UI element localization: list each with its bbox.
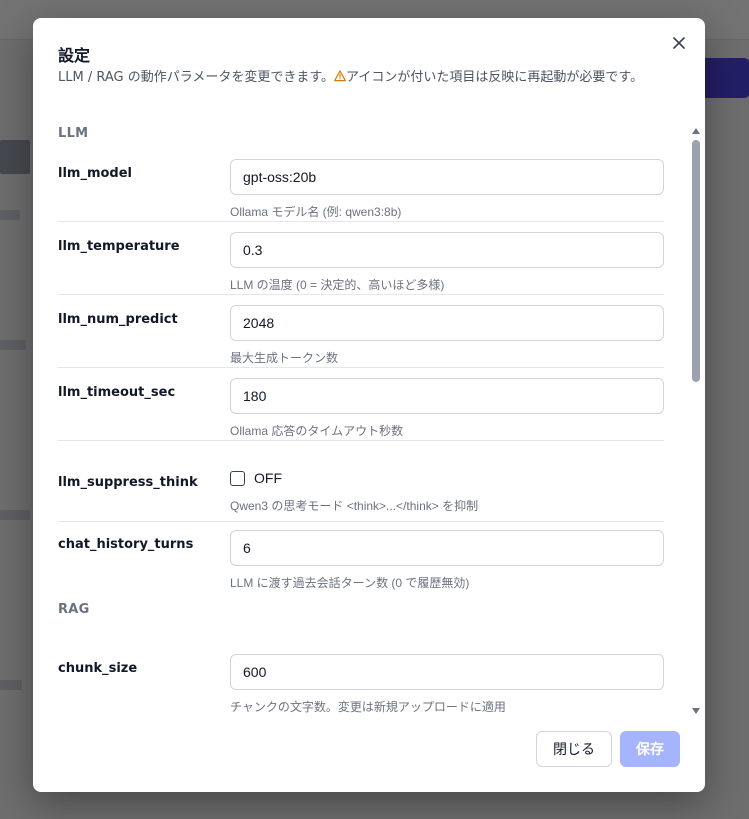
setting-row-llm-timeout-sec: llm_timeout_sec Ollama 応答のタイムアウト秒数 [58,378,664,441]
modal-title: 設定 [58,46,91,65]
warning-triangle-icon [334,70,346,82]
section-label-llm: LLM [58,126,89,141]
setting-label: llm_model [58,166,133,181]
setting-row-llm-model: llm_model Ollama モデル名 (例: qwen3:8b) [58,159,664,222]
setting-hint: Ollama モデル名 (例: qwen3:8b) [230,205,402,219]
setting-hint: LLM の温度 (0 = 決定的、高いほど多様) [230,278,445,292]
close-button[interactable] [669,33,689,53]
modal-description-text: アイコンが付いた項目は反映に再起動が必要です。 [346,70,644,85]
section-label-rag: RAG [58,602,90,617]
setting-row-chunk-size: chunk_size チャンクの文字数。変更は新規アップロードに適用 [58,654,664,713]
chat-history-turns-input[interactable] [230,530,664,566]
setting-label: llm_suppress_think [58,475,198,490]
llm-suppress-think-checkbox[interactable] [230,470,245,486]
vertical-scrollbar[interactable] [691,126,701,716]
close-icon [673,37,685,49]
setting-row-llm-num-predict: llm_num_predict 最大生成トークン数 [58,305,664,368]
triangle-down-icon [692,708,700,714]
chunk-size-input[interactable] [230,654,664,690]
setting-label: llm_timeout_sec [58,385,176,400]
setting-hint: Ollama 応答のタイムアウト秒数 [230,424,404,438]
llm-num-predict-input[interactable] [230,305,664,341]
llm-model-input[interactable] [230,159,664,195]
setting-hint: Qwen3 の思考モード <think>...</think> を抑制 [230,499,479,513]
setting-hint: チャンクの文字数。変更は新規アップロードに適用 [230,700,506,713]
triangle-up-icon [692,128,700,134]
checkbox-state-label: OFF [254,470,282,486]
setting-hint: 最大生成トークン数 [230,351,339,365]
close-modal-button[interactable]: 閉じる [536,731,612,767]
setting-row-llm-temperature: llm_temperature LLM の温度 (0 = 決定的、高いほど多様) [58,232,664,295]
setting-row-chat-history-turns: chat_history_turns LLM に渡す過去会話ターン数 (0 で履… [58,530,664,607]
scrollbar-thumb[interactable] [692,140,700,382]
modal-description-text: LLM / RAG の動作パラメータを変更できます。 [58,70,335,85]
llm-suppress-think-toggle[interactable]: OFF [230,469,664,487]
setting-hint: LLM に渡す過去会話ターン数 (0 で履歴無効) [230,576,470,590]
scroll-down-arrow[interactable] [691,706,701,716]
scroll-up-arrow[interactable] [691,126,701,136]
modal-footer: 閉じる 保存 [33,718,705,792]
save-button[interactable]: 保存 [620,731,680,767]
settings-modal: 設定 LLM / RAG の動作パラメータを変更できます。 アイコンが付いた項目は… [33,18,705,792]
setting-label: chunk_size [58,661,138,676]
modal-description: LLM / RAG の動作パラメータを変更できます。 アイコンが付いた項目は反映に… [58,68,668,88]
setting-label: llm_num_predict [58,312,178,327]
llm-temperature-input[interactable] [230,232,664,268]
settings-scroll-area[interactable]: LLM llm_model Ollama モデル名 (例: qwen3:8b) … [33,118,705,713]
setting-label: chat_history_turns [58,537,194,552]
setting-label: llm_temperature [58,239,180,254]
llm-timeout-sec-input[interactable] [230,378,664,414]
setting-row-llm-suppress-think: llm_suppress_think OFF Qwen3 の思考モード <thi… [58,458,664,522]
